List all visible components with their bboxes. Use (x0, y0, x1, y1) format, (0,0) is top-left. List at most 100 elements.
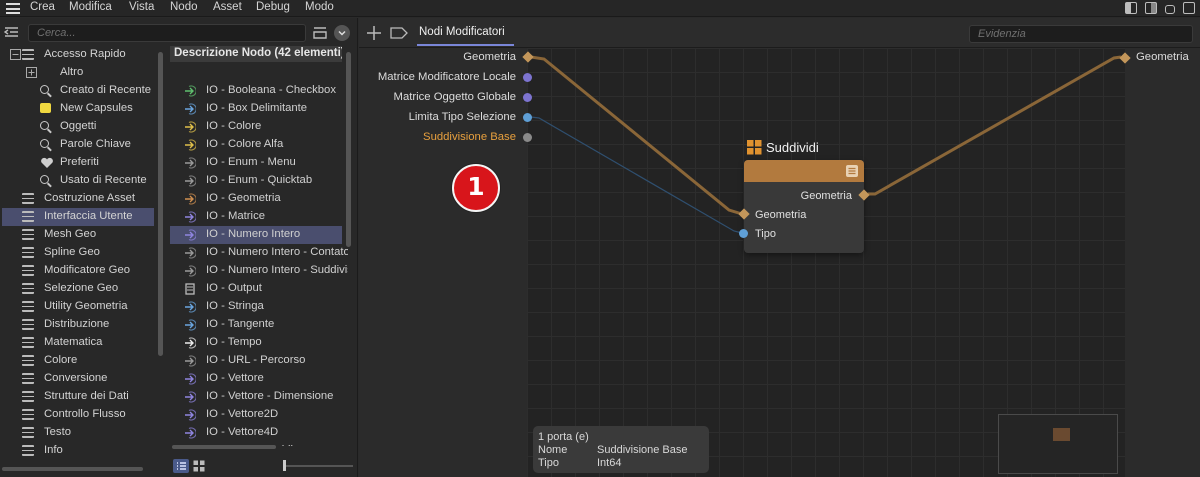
input-port[interactable] (523, 72, 532, 82)
menu-nodo[interactable]: Nodo (170, 1, 198, 13)
expand-icon[interactable] (1183, 2, 1195, 14)
tree-hscrollbar[interactable] (2, 467, 143, 471)
node-list-item[interactable]: IO - URL - Percorso (170, 352, 342, 370)
node-list-item[interactable]: IO - Numero Intero - Suddivisione (170, 262, 348, 280)
node-list-item[interactable]: IO - Tangente (170, 316, 342, 334)
node-list-hscrollbar[interactable] (172, 445, 276, 449)
node-list-item[interactable]: IO - Stringa (170, 298, 342, 316)
node-menu-icon[interactable] (846, 165, 858, 177)
node-list-item[interactable]: IO - Vettore (170, 370, 342, 388)
menu-crea[interactable]: Crea (30, 1, 55, 13)
dropdown-chevron-icon[interactable] (334, 25, 350, 41)
node-list-item[interactable]: IO - Booleana - Checkbox (170, 82, 342, 100)
split-view-icon[interactable] (1145, 2, 1157, 14)
callout-badge: 1 (452, 164, 500, 212)
asset-browser-panel: Cerca... Accesso Rapido Altro Creato di Re… (0, 18, 358, 477)
stack-icon (22, 247, 34, 258)
tree-item[interactable]: Preferiti (2, 154, 154, 172)
node-list-item-label: IO - Numero Intero - Contatore (206, 246, 348, 258)
node-list-item[interactable]: IO - Numero Intero (170, 226, 342, 244)
node-list-item[interactable]: IO - Output (170, 280, 342, 298)
tree-item[interactable]: Utility Geometria (2, 298, 154, 316)
node-in-tipo-port[interactable] (739, 229, 748, 238)
node-list-scrollbar[interactable] (346, 52, 351, 247)
node-list-item[interactable]: IO - Tempo (170, 334, 342, 352)
node-list-item[interactable]: IO - Numero Intero - Contatore (170, 244, 348, 262)
tree-item[interactable]: New Capsules (2, 100, 154, 118)
tree-item[interactable]: Usato di Recente (2, 172, 154, 190)
info-name-key: Nome (538, 444, 568, 456)
node-header[interactable] (744, 160, 864, 182)
collapse-panel-icon[interactable] (4, 26, 20, 38)
input-port[interactable] (523, 92, 532, 102)
input-port[interactable] (523, 132, 532, 142)
search-input[interactable]: Cerca... (28, 24, 306, 42)
tree-item-label: Mesh Geo (44, 228, 97, 240)
tree-item[interactable]: Costruzione Asset (2, 190, 154, 208)
filter-stack-icon[interactable] (312, 25, 328, 40)
node-list-item-label: IO - Colore (206, 120, 262, 132)
stack-icon (22, 193, 34, 204)
expand-box-icon (26, 67, 38, 78)
stack-icon (22, 283, 34, 294)
suddividi-node[interactable]: Geometria Geometria Tipo (744, 160, 864, 253)
input-port-label: Geometria (463, 51, 516, 63)
stack-icon (22, 211, 34, 222)
hamburger-menu-icon[interactable] (6, 3, 20, 14)
node-list-item[interactable]: IO - Enum - Menu (170, 154, 342, 172)
tree-item[interactable]: Distribuzione (2, 316, 154, 334)
tree-item[interactable]: Oggetti (2, 118, 154, 136)
info-name-value: Suddivisione Base (597, 444, 688, 456)
list-view-icon[interactable] (173, 459, 189, 473)
heart-icon (40, 157, 53, 168)
tree-item[interactable]: Interfaccia Utente (2, 208, 154, 226)
tree-item[interactable]: Matematica (2, 334, 154, 352)
menu-asset[interactable]: Asset (213, 1, 242, 13)
node-list-item[interactable]: IO - Vettore2D (170, 406, 342, 424)
tree-item[interactable]: Creato di Recente (2, 82, 154, 100)
menu-vista[interactable]: Vista (129, 1, 154, 13)
lock-icon[interactable] (1165, 5, 1175, 14)
tree-item[interactable]: Testo (2, 424, 154, 442)
node-list-item[interactable]: IO - Colore (170, 118, 342, 136)
node-list-item[interactable]: IO - Box Delimitante (170, 100, 342, 118)
menu-debug[interactable]: Debug (256, 1, 290, 13)
node-list-item-label: IO - URL - Percorso (206, 354, 306, 366)
collapse-box-icon[interactable] (10, 49, 22, 60)
tree-item[interactable]: Mesh Geo (2, 226, 154, 244)
io-arrow-icon (184, 139, 197, 151)
node-list-item[interactable]: IO - Geometria (170, 190, 342, 208)
tree-item[interactable]: Selezione Geo (2, 280, 154, 298)
search-icon (40, 85, 49, 94)
io-arrow-icon (184, 121, 197, 133)
zoom-slider[interactable] (283, 460, 353, 471)
tree-item[interactable]: Strutture dei Dati (2, 388, 154, 406)
node-list-item[interactable]: IO - Matrice (170, 208, 342, 226)
menu-modifica[interactable]: Modifica (69, 1, 112, 13)
node-title: Suddividi (766, 140, 819, 155)
tree-item[interactable]: Modificatore Geo (2, 262, 154, 280)
minimap[interactable] (998, 414, 1118, 474)
input-port[interactable] (523, 112, 532, 122)
node-list-item[interactable]: IO - Colore Alfa (170, 136, 342, 154)
tree-item[interactable]: Info (2, 442, 154, 460)
tree-item[interactable]: Accesso Rapido (2, 46, 154, 64)
tree-item[interactable]: Controllo Flusso (2, 406, 154, 424)
tree-item-label: Modificatore Geo (44, 264, 131, 276)
tree-item[interactable]: Spline Geo (2, 244, 154, 262)
node-list-item[interactable]: IO - Enum - Quicktab (170, 172, 342, 190)
node-list-item[interactable]: IO - Vettore4D (170, 424, 342, 442)
search-icon (40, 175, 49, 184)
tree-item[interactable]: Conversione (2, 370, 154, 388)
tree-item-label: Utility Geometria (44, 300, 128, 312)
tree-item[interactable]: Parole Chiave (2, 136, 154, 154)
layout-icon[interactable] (1125, 2, 1137, 14)
menu-modo[interactable]: Modo (305, 1, 334, 13)
tree-item[interactable]: Altro (2, 64, 154, 82)
tree-item-label: Strutture dei Dati (44, 390, 129, 402)
tree-item-label: Matematica (44, 336, 103, 348)
node-list-item[interactable]: IO - Vettore - Dimensione (170, 388, 342, 406)
grid-view-icon[interactable] (192, 459, 206, 473)
tree-item[interactable]: Colore (2, 352, 154, 370)
tree-scrollbar[interactable] (158, 52, 163, 356)
